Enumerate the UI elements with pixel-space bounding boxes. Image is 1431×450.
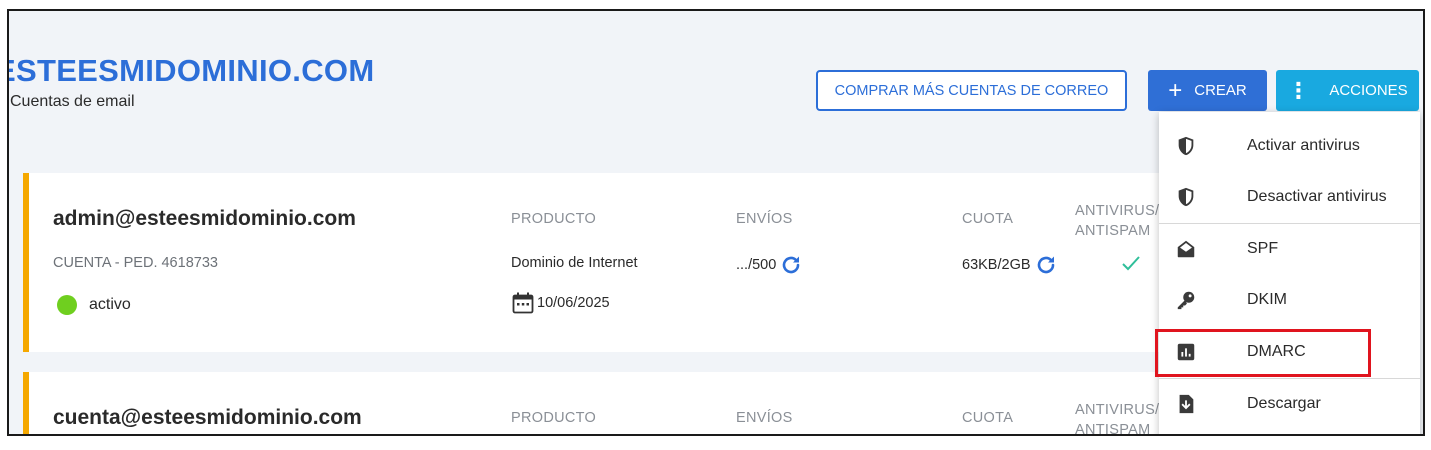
refresh-sends-icon[interactable] bbox=[779, 253, 803, 277]
page-subtitle: Cuentas de email bbox=[10, 93, 135, 110]
status-dot-icon bbox=[57, 295, 77, 315]
status-badge: activo bbox=[57, 295, 131, 315]
renewal-date: 10/06/2025 bbox=[511, 291, 610, 315]
create-label: CREAR bbox=[1194, 82, 1247, 99]
account-card: admin@esteesmidominio.com CUENTA - PED. … bbox=[23, 173, 1229, 352]
account-card: cuenta@esteesmidominio.com PRODUCTO ENVÍ… bbox=[23, 372, 1229, 436]
page-title: ESTEESMIDOMINIO.COM bbox=[7, 53, 375, 88]
status-text: activo bbox=[89, 296, 131, 313]
more-vertical-icon: ⋮ bbox=[1287, 77, 1310, 103]
account-email[interactable]: cuenta@esteesmidominio.com bbox=[53, 406, 362, 430]
menu-item-spf[interactable]: SPF bbox=[1159, 223, 1420, 274]
menu-item-deactivate-antivirus[interactable]: Desactivar antivirus bbox=[1159, 172, 1420, 222]
account-email[interactable]: admin@esteesmidominio.com bbox=[53, 207, 356, 231]
dmarc-highlight-box bbox=[1155, 329, 1371, 377]
product-header: PRODUCTO bbox=[511, 211, 597, 227]
menu-item-label: DKIM bbox=[1247, 291, 1287, 308]
envelope-open-icon bbox=[1177, 240, 1195, 258]
menu-item-download[interactable]: Descargar bbox=[1159, 378, 1420, 429]
shield-icon bbox=[1178, 136, 1194, 156]
antivirus-header: ANTIVIRUS/ ANTISPAM bbox=[1075, 201, 1159, 241]
product-value: Dominio de Internet bbox=[511, 255, 638, 271]
window-frame: ESTEESMIDOMINIO.COM Cuentas de email COM… bbox=[7, 9, 1425, 436]
shield-icon bbox=[1178, 187, 1194, 207]
antivirus-header: ANTIVIRUS/ ANTISPAM bbox=[1075, 400, 1160, 436]
plus-icon: + bbox=[1168, 76, 1183, 104]
buy-accounts-label: COMPRAR MÁS CUENTAS DE CORREO bbox=[834, 82, 1109, 99]
menu-item-dkim[interactable]: DKIM bbox=[1159, 275, 1420, 325]
download-file-icon bbox=[1179, 394, 1194, 414]
actions-menu: Activar antivirus Desactivar antivirus S… bbox=[1159, 112, 1420, 434]
sends-value: .../500 bbox=[736, 253, 803, 277]
actions-button[interactable]: ⋮ ACCIONES bbox=[1276, 70, 1419, 111]
menu-item-label: Descargar bbox=[1247, 395, 1321, 412]
antivirus-header-line1: ANTIVIRUS/ bbox=[1075, 203, 1160, 219]
refresh-quota-icon[interactable] bbox=[1034, 253, 1058, 277]
menu-item-activate-antivirus[interactable]: Activar antivirus bbox=[1159, 121, 1420, 171]
sends-header: ENVÍOS bbox=[736, 410, 793, 426]
check-icon bbox=[1122, 256, 1140, 271]
menu-item-label: Desactivar antivirus bbox=[1247, 188, 1387, 205]
antivirus-header-line2: ANTISPAM bbox=[1075, 223, 1151, 239]
quota-header: CUOTA bbox=[962, 211, 1014, 227]
antivirus-header-line1: ANTIVIRUS/ bbox=[1075, 402, 1160, 418]
actions-label: ACCIONES bbox=[1329, 82, 1408, 99]
product-header: PRODUCTO bbox=[511, 410, 597, 426]
key-icon bbox=[1177, 291, 1195, 310]
sends-text: .../500 bbox=[736, 257, 777, 273]
sends-header: ENVÍOS bbox=[736, 211, 793, 227]
menu-item-label: Activar antivirus bbox=[1247, 137, 1360, 154]
buy-accounts-button[interactable]: COMPRAR MÁS CUENTAS DE CORREO bbox=[816, 70, 1127, 111]
calendar-icon bbox=[512, 292, 534, 314]
menu-item-label: SPF bbox=[1247, 240, 1279, 257]
quota-value: 63KB/2GB bbox=[962, 253, 1058, 277]
account-order-label: CUENTA - PED. 4618733 bbox=[53, 255, 218, 271]
quota-header: CUOTA bbox=[962, 410, 1014, 426]
date-text: 10/06/2025 bbox=[537, 295, 610, 311]
antivirus-header-line2: ANTISPAM bbox=[1075, 422, 1151, 436]
quota-text: 63KB/2GB bbox=[962, 257, 1031, 273]
create-button[interactable]: + CREAR bbox=[1148, 70, 1267, 111]
